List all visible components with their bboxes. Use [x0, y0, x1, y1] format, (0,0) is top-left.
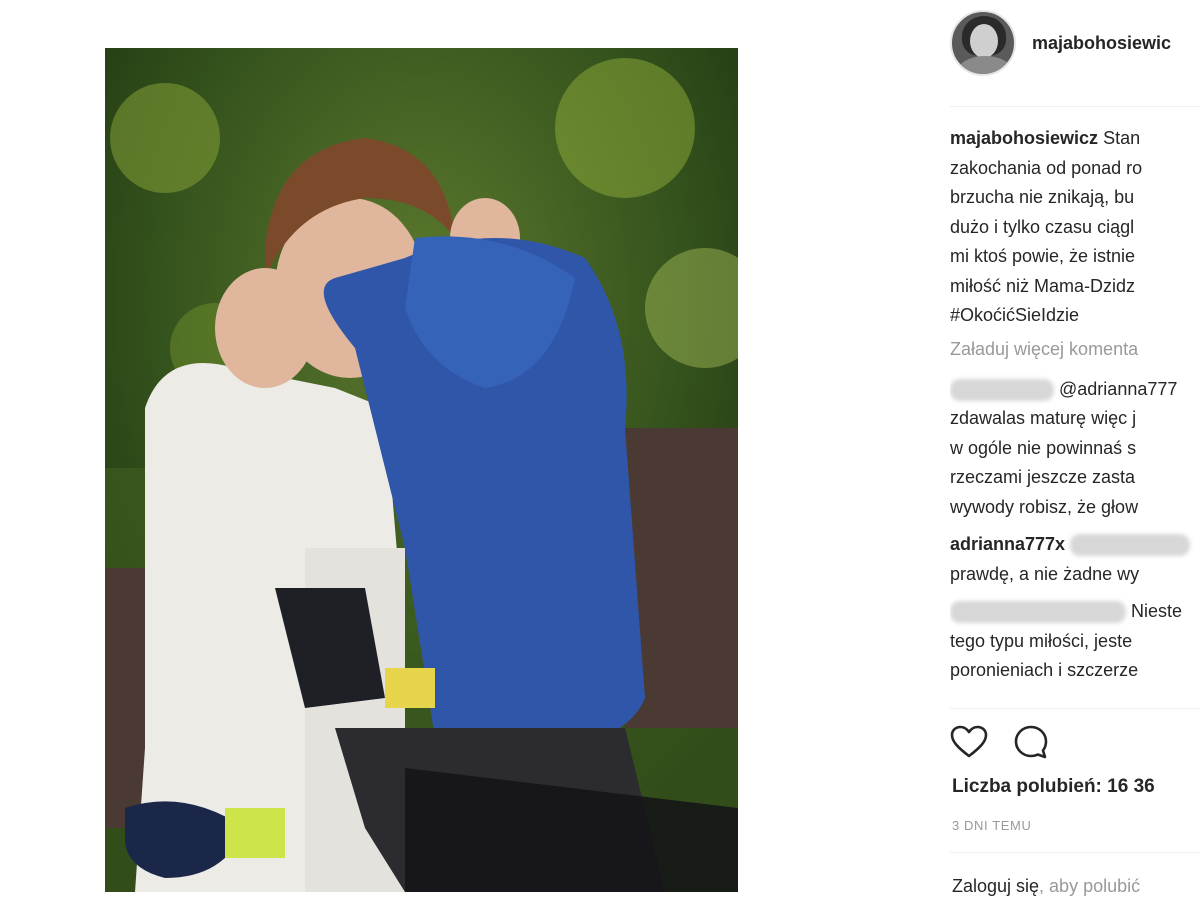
- load-more-comments[interactable]: Załaduj więcej komenta: [950, 331, 1200, 367]
- login-prompt: Zaloguj się, aby polubić: [952, 876, 1141, 896]
- post-side-panel: majabohosiewic majabohosiewicz Stan zako…: [950, 0, 1200, 899]
- login-link[interactable]: Zaloguj się: [952, 876, 1039, 896]
- actions-divider: [950, 708, 1200, 709]
- comment-line: @adrianna777: [950, 375, 1200, 405]
- caption-line: dużo i tylko czasu ciągl: [950, 216, 1135, 237]
- comment-line: prawdę, a nie żadne wy: [950, 563, 1140, 584]
- comment-line: Nieste: [950, 597, 1200, 627]
- comment-item: adrianna777x prawdę, a nie żadne wy: [950, 530, 1200, 589]
- comment-item: Nieste tego typu miłości, jeste poronien…: [950, 597, 1200, 686]
- comment-line: adrianna777x: [950, 530, 1200, 560]
- blurred-username: [950, 601, 1126, 624]
- post-timestamp[interactable]: 3 DNI TEMU: [952, 818, 1031, 833]
- comment-line: zdawalas maturę więc j: [950, 408, 1137, 428]
- comments-list: majabohosiewicz Stan zakochania od ponad…: [950, 124, 1200, 686]
- comment-line: wywody robisz, że głow: [950, 496, 1139, 517]
- comment-icon[interactable]: [1012, 723, 1050, 761]
- comment-line: tego typu miłości, jeste: [950, 630, 1133, 651]
- comment-item: @adrianna777 zdawalas maturę więc j w og…: [950, 375, 1200, 523]
- post-header: majabohosiewic: [950, 10, 1200, 76]
- post-actions: [950, 722, 1050, 762]
- caption-line: zakochania od ponad ro: [950, 157, 1143, 178]
- blurred-mention: [1070, 534, 1191, 557]
- caption-line: mi ktoś powie, że istnie: [950, 246, 1136, 266]
- header-divider: [950, 106, 1200, 107]
- blurred-username: [950, 378, 1054, 401]
- caption-line: majabohosiewicz Stan: [950, 128, 1141, 148]
- post-photo-image: [105, 48, 738, 892]
- likes-count[interactable]: Liczba polubień: 16 36: [952, 776, 1155, 798]
- comment-username[interactable]: adrianna777x: [950, 534, 1065, 554]
- caption-line: miłość niż Mama-Dzidz: [950, 275, 1136, 296]
- heart-icon[interactable]: [950, 723, 988, 761]
- caption-line: brzucha nie znikają, bu: [950, 187, 1135, 207]
- comment-line: w ogóle nie powinnaś s: [950, 437, 1137, 458]
- header-username[interactable]: majabohosiewic: [1032, 33, 1171, 54]
- avatar[interactable]: [950, 10, 1016, 76]
- post-photo[interactable]: [105, 48, 738, 892]
- comment-line: rzeczami jeszcze zasta: [950, 467, 1136, 487]
- caption-hashtag[interactable]: #OkoćićSieIdzie: [950, 301, 1200, 331]
- caption-username[interactable]: majabohosiewicz: [950, 128, 1098, 148]
- comment-line: poronieniach i szczerze: [950, 660, 1139, 680]
- footer-divider: [950, 852, 1200, 853]
